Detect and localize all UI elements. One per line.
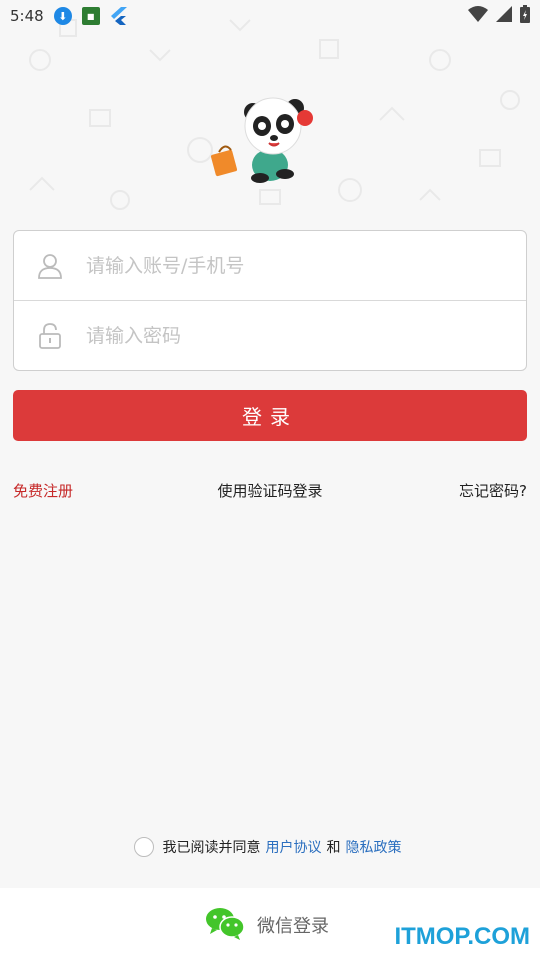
privacy-policy-link[interactable]: 隐私政策 [346, 837, 402, 857]
login-button[interactable]: 登录 [13, 390, 527, 441]
lock-icon [14, 323, 86, 349]
agreement-prefix: 我已阅读并同意 [162, 840, 261, 856]
password-input[interactable] [86, 325, 486, 347]
wechat-icon [205, 906, 245, 944]
user-icon [14, 253, 86, 279]
battery-icon [520, 5, 530, 27]
account-input[interactable] [86, 254, 486, 277]
login-form [13, 230, 527, 371]
download-icon: ⬇ [53, 7, 72, 25]
panda-mascot-logo [210, 97, 313, 183]
wechat-login-label: 微信登录 [257, 916, 329, 937]
app-notification-icon: ■ [81, 7, 100, 25]
watermark: ITMOP.COM [394, 923, 530, 950]
login-links: 免费注册 使用验证码登录 忘记密码? [13, 480, 527, 502]
register-link[interactable]: 免费注册 [13, 480, 73, 501]
flutter-icon [110, 7, 128, 25]
wifi-icon [468, 6, 488, 26]
account-field [14, 231, 526, 301]
wechat-login-button[interactable]: 微信登录 [205, 906, 329, 944]
status-time: 5:48 [10, 7, 44, 25]
status-bar: 5:48 ⬇ ■ [0, 0, 540, 32]
signal-icon [496, 6, 512, 26]
agreement-row: 我已阅读并同意 用户协议 和 隐私政策 [0, 837, 540, 857]
code-login-link[interactable]: 使用验证码登录 [217, 480, 322, 501]
forgot-password-link[interactable]: 忘记密码? [459, 480, 527, 501]
agreement-and: 和 [326, 840, 341, 856]
password-field [14, 301, 526, 371]
user-agreement-link[interactable]: 用户协议 [266, 837, 322, 857]
agree-checkbox[interactable] [133, 837, 154, 857]
